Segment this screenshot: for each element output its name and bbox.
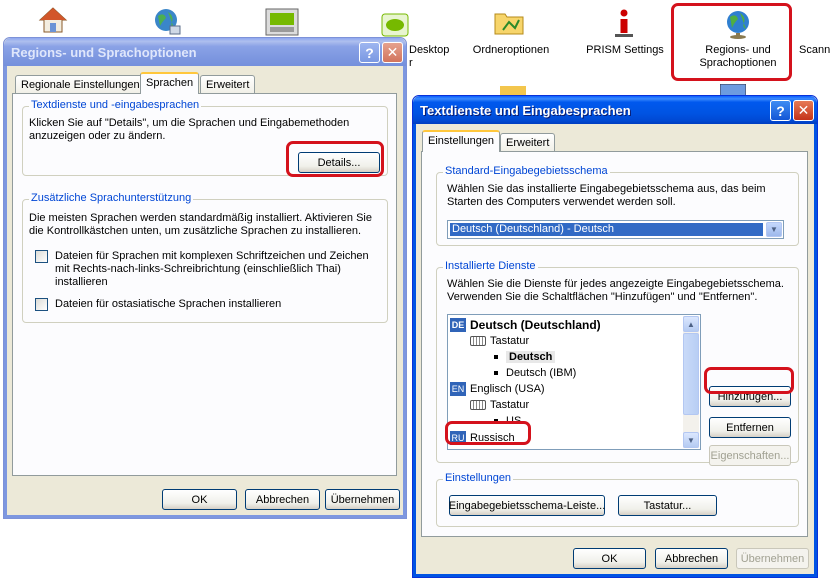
additional-language-group: Zusätzliche Sprachunterstützung Die meis… — [22, 192, 388, 323]
tree-label-deutsch-ibm: Deutsch (IBM) — [506, 367, 577, 379]
text-services-legend: Textdienste und -eingabesprachen — [29, 99, 202, 111]
en-badge-icon: EN — [450, 382, 466, 396]
properties-button: Eigenschaften... — [709, 445, 791, 466]
tab-sprachen[interactable]: Sprachen — [140, 72, 200, 94]
tree-label-tastatur-en: Tastatur — [490, 399, 530, 411]
tree-node-de[interactable]: DE Deutsch (Deutschland) — [450, 317, 601, 333]
default-locale-value: Deutsch (Deutschland) - Deutsch — [450, 223, 763, 236]
complex-script-checkbox[interactable] — [35, 250, 48, 263]
info-icon[interactable] — [612, 8, 636, 38]
folder-options-label[interactable]: Ordneroptionen — [466, 44, 556, 57]
text-services-apply-button: Übernehmen — [736, 548, 809, 569]
highlight-regions-icon — [671, 3, 792, 81]
highlight-details — [286, 141, 384, 177]
regions-ok-button[interactable]: OK — [162, 489, 237, 510]
text-services-titlebar[interactable]: Textdienste und Eingabesprachen ? ✕ — [413, 96, 817, 124]
east-asian-checkbox[interactable] — [35, 298, 48, 311]
close-icon[interactable]: ✕ — [793, 100, 814, 121]
scroll-thumb[interactable] — [683, 333, 699, 415]
highlight-add — [704, 367, 794, 394]
tree-node-de-deutsch[interactable]: Deutsch — [494, 349, 556, 365]
keyboard-icon — [470, 400, 486, 410]
nvidia-desktop-label[interactable]: Desktop — [409, 44, 459, 57]
default-locale-legend: Standard-Eingabegebietsschema — [443, 165, 610, 177]
remove-button[interactable]: Entfernen — [709, 417, 791, 438]
tab-einstellungen[interactable]: Einstellungen — [422, 130, 501, 152]
highlight-russisch — [445, 421, 531, 445]
tree-scrollbar[interactable]: ▲ ▼ — [683, 316, 699, 448]
tab-erweitert-2[interactable]: Erweitert — [500, 133, 556, 152]
tab-erweitert[interactable]: Erweitert — [200, 75, 256, 94]
default-locale-group: Standard-Eingabegebietsschema Wählen Sie… — [436, 165, 799, 246]
regions-apply-button[interactable]: Übernehmen — [325, 489, 400, 510]
prism-settings-label[interactable]: PRISM Settings — [580, 44, 670, 57]
settings-group: Einstellungen Eingabegebietsschema-Leist… — [436, 472, 799, 527]
additional-language-description: Die meisten Sprachen werden standardmäßi… — [29, 212, 372, 237]
close-icon[interactable]: ✕ — [382, 42, 403, 63]
installed-services-legend: Installierte Dienste — [443, 260, 538, 272]
text-services-ok-button[interactable]: OK — [573, 548, 646, 569]
east-asian-label[interactable]: Dateien für ostasiatische Sprachen insta… — [55, 298, 385, 311]
tree-node-de-ibm[interactable]: Deutsch (IBM) — [494, 365, 576, 381]
settings-legend: Einstellungen — [443, 472, 514, 484]
help-icon[interactable]: ? — [770, 100, 791, 121]
regions-titlebar[interactable]: Regions- und Sprachoptionen ? ✕ — [4, 38, 406, 66]
regions-window: Regions- und Sprachoptionen ? ✕ Regional… — [3, 37, 407, 519]
bullet-icon — [494, 355, 498, 359]
additional-language-legend: Zusätzliche Sprachunterstützung — [29, 192, 194, 204]
nvidia-card-icon[interactable] — [265, 8, 299, 36]
regions-cancel-button[interactable]: Abbrechen — [245, 489, 320, 510]
bullet-icon — [494, 371, 498, 375]
text-services-window: Textdienste und Eingabesprachen ? ✕ Eins… — [412, 95, 818, 578]
nvidia-icon[interactable] — [380, 12, 410, 38]
regions-title: Regions- und Sprachoptionen — [11, 44, 197, 60]
tree-label-deutsch: Deutsch — [506, 351, 556, 363]
scroll-up-icon[interactable]: ▲ — [683, 316, 699, 332]
de-badge-icon: DE — [450, 318, 466, 332]
text-services-cancel-button[interactable]: Abbrechen — [655, 548, 728, 569]
chevron-down-icon[interactable]: ▼ — [766, 222, 782, 237]
keyboard-button[interactable]: Tastatur... — [618, 495, 717, 516]
text-services-tabpanel: Standard-Eingabegebietsschema Wählen Sie… — [421, 151, 808, 537]
default-locale-description: Wählen Sie das installierte Eingabegebie… — [447, 183, 766, 208]
house-icon[interactable] — [38, 6, 68, 34]
keyboard-icon — [470, 336, 486, 346]
tab-regionale-einstellungen[interactable]: Regionale Einstellungen — [15, 75, 146, 94]
langbar-button[interactable]: Eingabegebietsschema-Leiste... — [449, 495, 605, 516]
tree-node-en[interactable]: EN Englisch (USA) — [450, 381, 545, 397]
tree-label-de: Deutsch (Deutschland) — [470, 318, 601, 332]
tree-label-en: Englisch (USA) — [470, 383, 545, 395]
installed-services-description: Wählen Sie die Dienste für jedes angezei… — [447, 278, 784, 303]
globe-network-icon[interactable] — [152, 6, 182, 36]
text-services-description: Klicken Sie auf "Details", um die Sprach… — [29, 117, 350, 142]
text-services-title: Textdienste und Eingabesprachen — [420, 102, 631, 118]
default-locale-select[interactable]: Deutsch (Deutschland) - Deutsch ▼ — [447, 220, 784, 239]
help-icon[interactable]: ? — [359, 42, 380, 63]
tree-node-en-keyboard[interactable]: Tastatur — [470, 397, 529, 413]
folder-options-icon[interactable] — [493, 8, 525, 36]
scroll-down-icon[interactable]: ▼ — [683, 432, 699, 448]
complex-script-label[interactable]: Dateien für Sprachen mit komplexen Schri… — [55, 250, 385, 289]
tree-label-tastatur-de: Tastatur — [490, 335, 530, 347]
scanner-label[interactable]: Scann — [799, 44, 830, 57]
desktop-fragment-r: r — [409, 57, 413, 69]
tree-node-de-keyboard[interactable]: Tastatur — [470, 333, 529, 349]
